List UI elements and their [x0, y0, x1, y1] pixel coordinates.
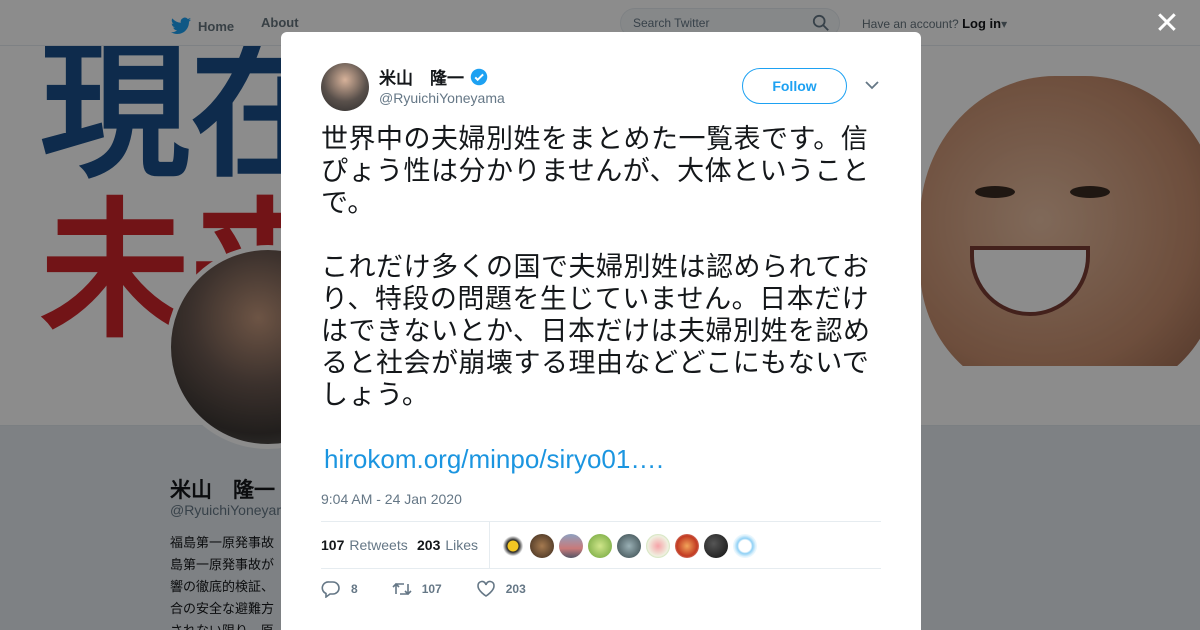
stats-divider [489, 522, 490, 569]
retweets-label: Retweets [349, 537, 408, 553]
like-button[interactable]: 203 [476, 580, 526, 598]
retweet-button[interactable]: 107 [392, 580, 442, 598]
heart-icon [476, 580, 495, 597]
likers-avatars [501, 534, 757, 558]
liker-avatar[interactable] [530, 534, 554, 558]
liker-avatar[interactable] [675, 534, 699, 558]
liker-avatar[interactable] [501, 534, 525, 558]
tweet-link[interactable]: hirokom.org/minpo/siryo01…. [324, 444, 664, 475]
author-avatar[interactable] [321, 63, 369, 111]
likes-count: 203 [417, 537, 441, 553]
liker-avatar[interactable] [559, 534, 583, 558]
liker-avatar[interactable] [733, 534, 757, 558]
tweet-stats: 107 Retweets 203 Likes [321, 521, 881, 569]
author-handle[interactable]: @RyuichiYoneyama [379, 90, 505, 106]
retweets-stat[interactable]: 107 Retweets [321, 537, 408, 553]
liker-avatar[interactable] [588, 534, 612, 558]
tweet-modal: 米山 隆一 @RyuichiYoneyama Follow 世界中の夫婦別姓をま… [281, 32, 921, 630]
author-name-row[interactable]: 米山 隆一 [379, 64, 488, 89]
retweet-count: 107 [421, 582, 442, 596]
likes-label: Likes [445, 537, 479, 553]
verified-badge-icon [470, 68, 488, 85]
author-name: 米山 隆一 [379, 69, 464, 88]
retweet-icon [392, 582, 412, 596]
liker-avatar[interactable] [704, 534, 728, 558]
tweet-actions: 8 107 203 [321, 580, 560, 598]
liker-avatar[interactable] [646, 534, 670, 558]
liker-avatar[interactable] [617, 534, 641, 558]
tweet-timestamp[interactable]: 9:04 AM - 24 Jan 2020 [321, 491, 462, 507]
likes-stat[interactable]: 203 Likes [417, 537, 478, 553]
follow-button[interactable]: Follow [742, 68, 847, 104]
retweets-count: 107 [321, 537, 345, 553]
tweet-text: 世界中の夫婦別姓をまとめた一覧表です。信ぴょう性は分かりませんが、大体ということ… [321, 124, 871, 411]
chevron-down-icon[interactable] [865, 80, 879, 90]
reply-icon [321, 581, 340, 598]
like-count: 203 [505, 582, 526, 596]
close-icon[interactable]: ✕ [1152, 9, 1182, 40]
reply-count: 8 [351, 582, 358, 596]
reply-button[interactable]: 8 [321, 580, 358, 598]
